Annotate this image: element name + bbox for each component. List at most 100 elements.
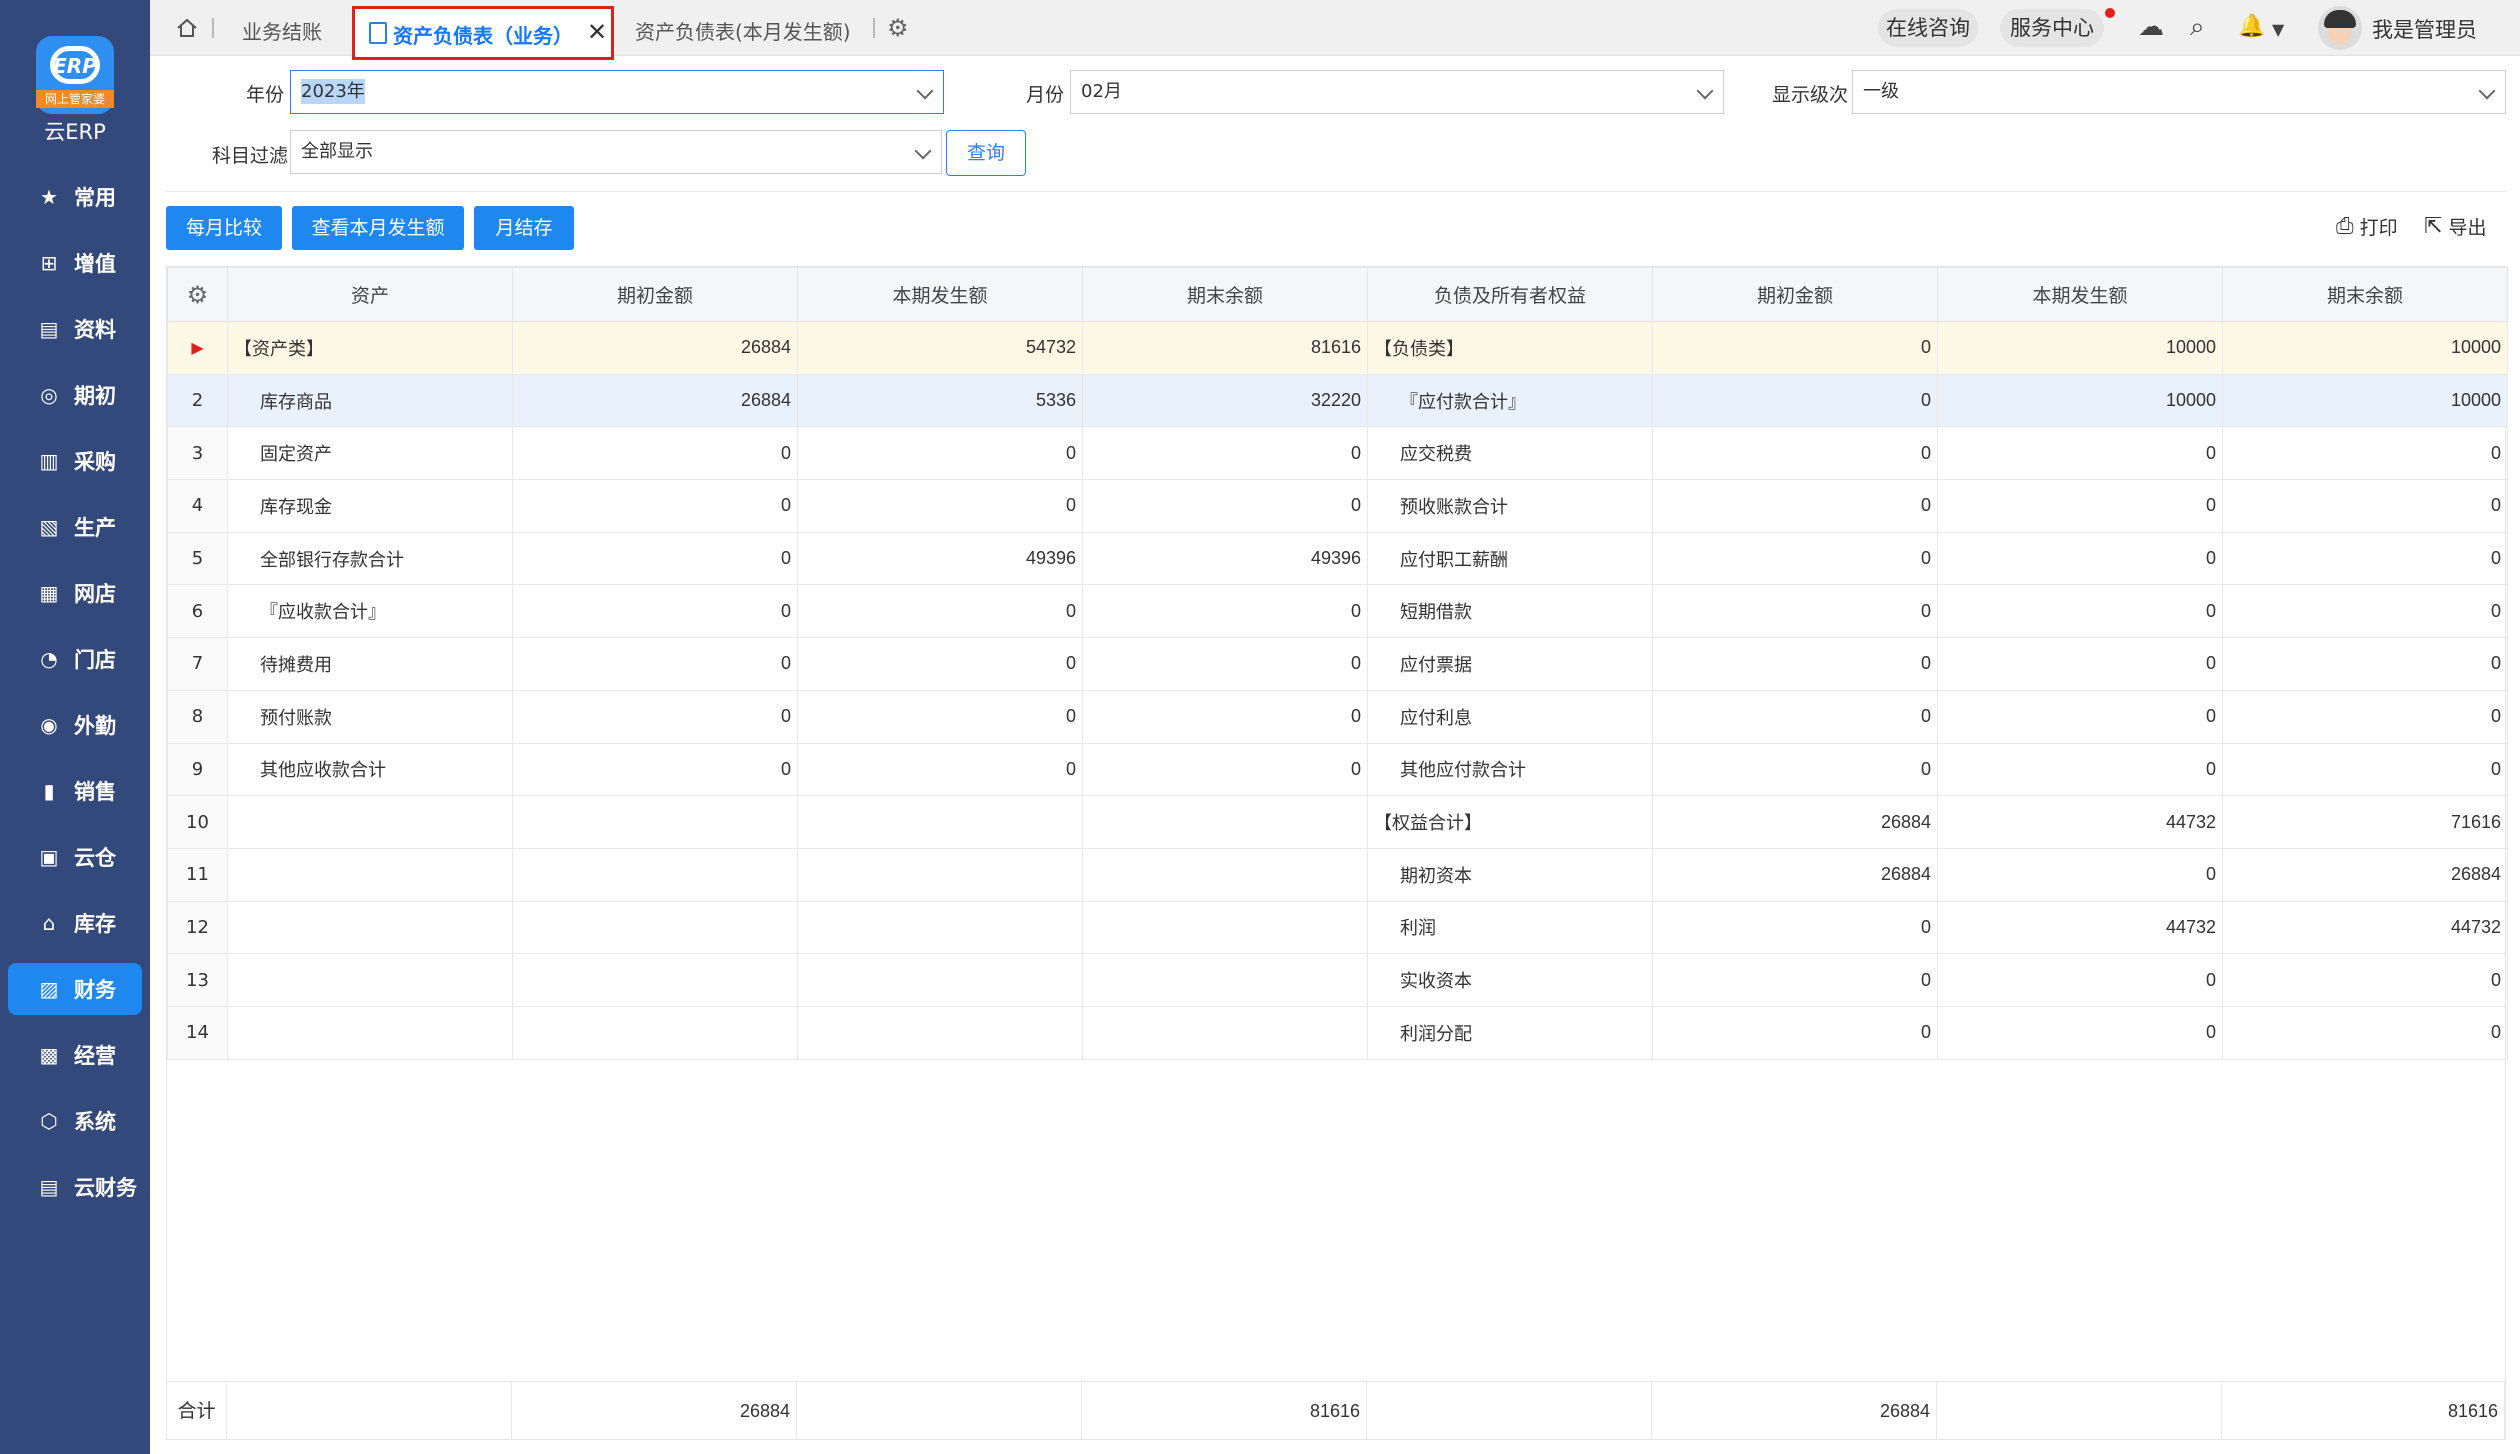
app-logo[interactable]: ERP 网上管家婆 bbox=[36, 36, 114, 114]
col-liab-end: 期末余额 bbox=[2222, 267, 2508, 322]
cell-a-begin: 0 bbox=[512, 584, 798, 639]
table-row[interactable]: 6 『应收款合计』 0 0 0 短期借款 0 0 0 bbox=[167, 584, 2508, 639]
column-settings[interactable]: ⚙ bbox=[167, 267, 228, 322]
cell-a-name: 『应收款合计』 bbox=[227, 584, 513, 639]
level-select[interactable]: 一级 bbox=[1852, 70, 2506, 114]
print-button[interactable]: ⎙ 打印 bbox=[2336, 213, 2398, 240]
document-icon bbox=[369, 22, 387, 44]
hexagon-gear-icon: ⬡ bbox=[40, 1109, 58, 1133]
table-row[interactable]: 9 其他应收款合计 0 0 0 其他应付款合计 0 0 0 bbox=[167, 742, 2508, 797]
cell-l-begin: 0 bbox=[1652, 689, 1938, 744]
cell-a-begin bbox=[512, 795, 798, 849]
home-icon[interactable] bbox=[176, 17, 198, 39]
sidebar-item-0[interactable]: ★ 常用 bbox=[8, 171, 142, 223]
footer-cell bbox=[227, 1382, 512, 1440]
tab-business-closing[interactable]: 业务结账 bbox=[242, 16, 322, 45]
search-icon[interactable]: ⌕ bbox=[2190, 12, 2205, 43]
cell-l-end: 10000 bbox=[2222, 321, 2508, 375]
bar-chart-icon: ▮ bbox=[43, 779, 55, 803]
close-icon[interactable]: ✕ bbox=[587, 18, 607, 46]
sidebar-item-1[interactable]: ⊞ 增值 bbox=[8, 237, 142, 289]
month-close-button[interactable]: 月结存 bbox=[474, 206, 574, 250]
cell-l-name: 预收账款合计 bbox=[1367, 479, 1653, 533]
sidebar-item-5[interactable]: ▧ 生产 bbox=[8, 501, 142, 553]
chevron-down-icon bbox=[1696, 82, 1714, 100]
balance-sheet-grid: ⚙ 资产 期初金额 本期发生额 期末余额 负债及所有者权益 期初金额 本期发生额… bbox=[166, 266, 2508, 1440]
cell-a-name: 待摊费用 bbox=[227, 637, 513, 691]
cell-l-begin: 26884 bbox=[1652, 795, 1938, 849]
table-row[interactable]: 5 全部银行存款合计 0 49396 49396 应付职工薪酬 0 0 0 bbox=[167, 531, 2508, 586]
row-index: 2 bbox=[167, 373, 228, 428]
sidebar-item-10[interactable]: ▣ 云仓 bbox=[8, 831, 142, 883]
bell-icon[interactable]: 🔔 bbox=[2238, 14, 2265, 39]
chevron-down-icon[interactable]: ▼ bbox=[2272, 20, 2284, 39]
cell-l-end: 0 bbox=[2222, 953, 2508, 1007]
monthly-compare-button[interactable]: 每月比较 bbox=[166, 206, 282, 250]
month-select[interactable]: 02月 bbox=[1070, 70, 1724, 114]
table-row[interactable]: 4 库存现金 0 0 0 预收账款合计 0 0 0 bbox=[167, 479, 2508, 533]
sidebar-item-2[interactable]: ▤ 资料 bbox=[8, 303, 142, 355]
tab-balance-sheet-monthly[interactable]: 资产负债表(本月发生额) bbox=[635, 16, 851, 45]
tab-separator bbox=[873, 18, 875, 38]
table-row[interactable]: 12 利润 0 44732 44732 bbox=[167, 900, 2508, 955]
export-button[interactable]: ⇱ 导出 bbox=[2424, 213, 2486, 240]
cell-l-begin: 0 bbox=[1652, 637, 1938, 691]
sidebar-item-8[interactable]: ◉ 外勤 bbox=[8, 699, 142, 751]
finance-icon: ▨ bbox=[39, 977, 59, 1001]
gear-icon[interactable]: ⚙ bbox=[887, 14, 909, 42]
service-center-button[interactable]: 服务中心 bbox=[2000, 9, 2104, 47]
sidebar-item-11[interactable]: ⌂ 库存 bbox=[8, 897, 142, 949]
cell-a-begin bbox=[512, 953, 798, 1007]
row-index: 3 bbox=[167, 426, 228, 481]
production-icon: ▧ bbox=[39, 515, 59, 539]
sidebar-item-13[interactable]: ▩ 经营 bbox=[8, 1029, 142, 1081]
table-row[interactable]: 7 待摊费用 0 0 0 应付票据 0 0 0 bbox=[167, 637, 2508, 691]
export-icon: ⇱ bbox=[2424, 214, 2443, 239]
year-select[interactable]: 2023年 bbox=[290, 70, 944, 114]
table-row[interactable]: 8 预付账款 0 0 0 应付利息 0 0 0 bbox=[167, 689, 2508, 744]
row-index: 5 bbox=[167, 531, 228, 586]
sidebar-item-3[interactable]: ◎ 期初 bbox=[8, 369, 142, 421]
admin-name[interactable]: 我是管理员 bbox=[2372, 14, 2477, 44]
table-row[interactable]: 14 利润分配 0 0 0 bbox=[167, 1005, 2508, 1060]
sidebar-item-7[interactable]: ◔ 门店 bbox=[8, 633, 142, 685]
sidebar-item-15[interactable]: ▤ 云财务 bbox=[8, 1161, 142, 1213]
cell-l-curr: 0 bbox=[1937, 426, 2223, 481]
balance-sheet-table: ⚙ 资产 期初金额 本期发生额 期末余额 负债及所有者权益 期初金额 本期发生额… bbox=[167, 267, 2508, 1060]
cell-a-name: 固定资产 bbox=[227, 426, 513, 481]
printer-icon: ⎙ bbox=[2336, 214, 2354, 239]
table-row[interactable]: 2 库存商品 26884 5336 32220 『应付款合计』 0 10000 10000 bbox=[167, 373, 2508, 428]
avatar[interactable] bbox=[2318, 6, 2362, 50]
cell-a-curr: 0 bbox=[797, 479, 1083, 533]
cell-a-curr: 0 bbox=[797, 584, 1083, 639]
cell-a-curr bbox=[797, 900, 1083, 955]
table-row[interactable]: 3 固定资产 0 0 0 应交税费 0 0 0 bbox=[167, 426, 2508, 481]
table-row[interactable]: 10 【权益合计】 26884 44732 71616 bbox=[167, 795, 2508, 849]
sidebar-item-14[interactable]: ⬡ 系统 bbox=[8, 1095, 142, 1147]
subject-filter-select[interactable]: 全部显示 bbox=[290, 130, 942, 174]
subject-filter-value: 全部显示 bbox=[301, 141, 373, 162]
sidebar-item-6[interactable]: ▦ 网店 bbox=[8, 567, 142, 619]
sidebar-item-9[interactable]: ▮ 销售 bbox=[8, 765, 142, 817]
table-row[interactable]: 13 实收资本 0 0 0 bbox=[167, 953, 2508, 1007]
cell-a-begin: 0 bbox=[512, 426, 798, 481]
cell-l-name: 短期借款 bbox=[1367, 584, 1653, 639]
cell-l-curr: 0 bbox=[1937, 1005, 2223, 1060]
sidebar-item-12[interactable]: ▨ 财务 bbox=[8, 963, 142, 1015]
cloud-download-icon[interactable]: ☁ bbox=[2138, 12, 2164, 42]
cell-a-name bbox=[227, 795, 513, 849]
online-consult-button[interactable]: 在线咨询 bbox=[1878, 9, 1978, 47]
sidebar-item-4[interactable]: ▥ 采购 bbox=[8, 435, 142, 487]
notification-dot bbox=[2105, 8, 2115, 18]
table-footer: 合计 26884 81616 26884 81616 bbox=[167, 1381, 2505, 1440]
level-value: 一级 bbox=[1863, 81, 1899, 102]
cell-l-end: 71616 bbox=[2222, 795, 2508, 849]
row-index: 4 bbox=[167, 479, 228, 533]
view-month-amount-button[interactable]: 查看本月发生额 bbox=[292, 206, 464, 250]
table-row[interactable]: ▶ 【资产类】 26884 54732 81616 【负债类】 0 10000 10000 bbox=[167, 321, 2508, 375]
tab-balance-sheet-business[interactable]: 资产负债表（业务） ✕ bbox=[352, 6, 614, 60]
table-row[interactable]: 11 期初资本 26884 0 26884 bbox=[167, 847, 2508, 902]
cell-a-name: 全部银行存款合计 bbox=[227, 531, 513, 586]
cell-l-end: 0 bbox=[2222, 1005, 2508, 1060]
query-button[interactable]: 查询 bbox=[946, 130, 1026, 176]
